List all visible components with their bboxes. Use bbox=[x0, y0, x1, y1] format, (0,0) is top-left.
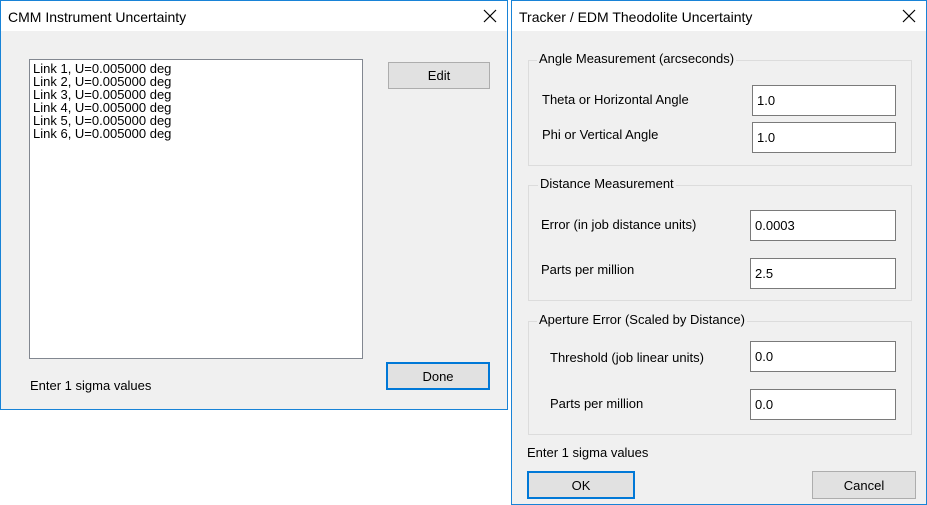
phi-input[interactable] bbox=[752, 122, 896, 153]
angle-group-title: Angle Measurement (arcseconds) bbox=[537, 51, 737, 66]
distance-error-input[interactable] bbox=[750, 210, 896, 241]
phi-label: Phi or Vertical Angle bbox=[542, 127, 659, 142]
threshold-label: Threshold (job linear units) bbox=[550, 350, 704, 365]
distance-ppm-input[interactable] bbox=[750, 258, 896, 289]
aperture-group-title: Aperture Error (Scaled by Distance) bbox=[537, 312, 747, 327]
distance-ppm-label: Parts per million bbox=[541, 262, 635, 277]
tracker-dialog-title: Tracker / EDM Theodolite Uncertainty bbox=[519, 9, 753, 25]
cmm-title-bar: CMM Instrument Uncertainty bbox=[1, 1, 507, 31]
cmm-uncertainty-dialog: CMM Instrument Uncertainty Link 1, U=0.0… bbox=[0, 0, 508, 410]
close-icon bbox=[902, 9, 916, 23]
cmm-close-button[interactable] bbox=[479, 5, 501, 27]
cmm-hint-text: Enter 1 sigma values bbox=[30, 378, 152, 393]
edit-button[interactable]: Edit bbox=[388, 62, 490, 89]
theta-label: Theta or Horizontal Angle bbox=[542, 92, 689, 107]
done-button[interactable]: Done bbox=[386, 362, 490, 390]
aperture-ppm-input[interactable] bbox=[750, 389, 896, 420]
aperture-ppm-label: Parts per million bbox=[550, 396, 644, 411]
tracker-close-button[interactable] bbox=[898, 5, 920, 27]
close-icon bbox=[483, 9, 497, 23]
tracker-hint-text: Enter 1 sigma values bbox=[527, 445, 649, 460]
tracker-uncertainty-dialog: Tracker / EDM Theodolite Uncertainty Ang… bbox=[511, 0, 927, 505]
list-item[interactable]: Link 6, U=0.005000 deg bbox=[33, 127, 359, 140]
distance-group-title: Distance Measurement bbox=[538, 176, 676, 191]
cmm-dialog-title: CMM Instrument Uncertainty bbox=[8, 9, 187, 25]
ok-button[interactable]: OK bbox=[527, 471, 635, 499]
link-uncertainty-list[interactable]: Link 1, U=0.005000 deg Link 2, U=0.00500… bbox=[29, 59, 363, 359]
tracker-title-bar: Tracker / EDM Theodolite Uncertainty bbox=[512, 1, 926, 31]
threshold-input[interactable] bbox=[750, 341, 896, 372]
distance-error-label: Error (in job distance units) bbox=[541, 217, 697, 232]
cancel-button[interactable]: Cancel bbox=[812, 471, 916, 499]
theta-input[interactable] bbox=[752, 85, 896, 116]
